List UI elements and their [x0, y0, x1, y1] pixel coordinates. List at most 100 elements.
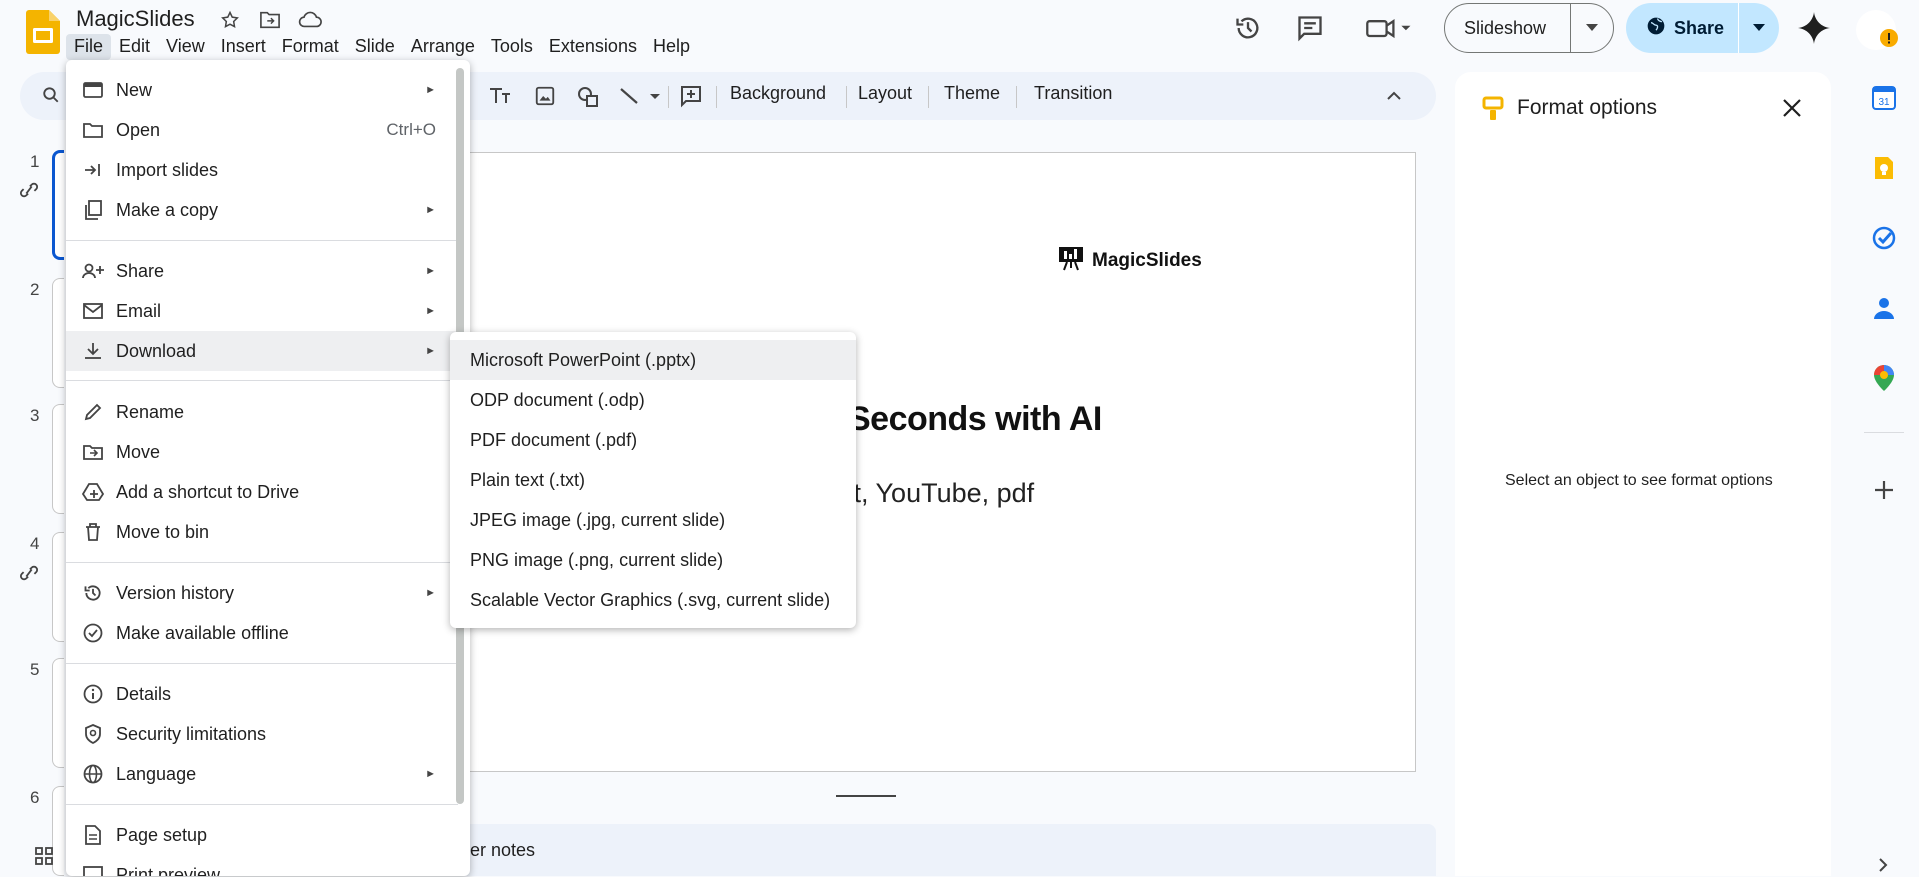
slideshow-button[interactable]: Slideshow — [1444, 3, 1614, 53]
copy-icon — [82, 199, 104, 221]
menu-item-add-shortcut[interactable]: Add a shortcut to Drive — [66, 472, 458, 512]
page-icon — [82, 824, 104, 846]
download-png[interactable]: PNG image (.png, current slide) — [450, 540, 856, 580]
meet-camera-icon[interactable] — [1360, 8, 1420, 48]
slide-subtitle[interactable]: xt, YouTube, pdf — [840, 478, 1034, 509]
maps-icon[interactable] — [1870, 364, 1898, 392]
menu-extensions[interactable]: Extensions — [541, 34, 645, 60]
warning-badge-icon — [1880, 29, 1898, 52]
menu-item-print-preview[interactable]: Print preview — [66, 855, 458, 876]
menu-item-import-slides[interactable]: Import slides — [66, 150, 458, 190]
menu-item-rename[interactable]: Rename — [66, 392, 458, 432]
menu-item-move-to-bin[interactable]: Move to bin — [66, 512, 458, 552]
menu-item-language[interactable]: Language ► — [66, 754, 458, 794]
chevron-down-icon[interactable] — [1739, 24, 1779, 32]
menu-item-download[interactable]: Download ► — [66, 331, 458, 371]
slide-number: 1 — [30, 152, 40, 171]
history-icon — [82, 582, 104, 604]
calendar-icon[interactable]: 31 — [1870, 84, 1898, 112]
slide-thumbnail-5[interactable] — [52, 658, 64, 768]
slideshow-label[interactable]: Slideshow — [1445, 4, 1571, 52]
slide-thumbnail-3[interactable] — [52, 404, 64, 514]
open-shortcut: Ctrl+O — [386, 120, 436, 139]
chevron-down-icon[interactable] — [1571, 24, 1613, 32]
new-presentation-icon — [82, 79, 104, 101]
slide-thumbnail-2[interactable] — [52, 278, 64, 388]
tasks-icon[interactable] — [1870, 224, 1898, 252]
menu-item-new[interactable]: New ► — [66, 70, 458, 110]
move-folder-icon[interactable] — [258, 8, 282, 32]
menu-slide[interactable]: Slide — [347, 34, 403, 60]
submenu-arrow-icon: ► — [425, 265, 436, 277]
contacts-icon[interactable] — [1870, 294, 1898, 322]
background-button[interactable]: Background — [730, 83, 826, 104]
file-menu: New ► Open Ctrl+O Import slides Make a c… — [66, 60, 470, 876]
menu-edit[interactable]: Edit — [111, 34, 158, 60]
menu-item-version-history[interactable]: Version history ► — [66, 573, 458, 613]
version-history-icon[interactable] — [1228, 8, 1268, 48]
menu-item-page-setup[interactable]: Page setup — [66, 815, 458, 855]
download-pdf[interactable]: PDF document (.pdf) — [450, 420, 856, 460]
search-menus-icon[interactable] — [42, 86, 60, 109]
transition-button[interactable]: Transition — [1034, 83, 1112, 104]
slide-number: 6 — [30, 788, 40, 807]
gemini-sparkle-icon[interactable] — [1798, 12, 1830, 49]
share-button[interactable]: Share — [1626, 3, 1779, 53]
menu-format[interactable]: Format — [274, 34, 347, 60]
notes-resize-handle[interactable] — [836, 795, 896, 797]
menu-item-make-copy[interactable]: Make a copy ► — [66, 190, 458, 230]
download-icon — [82, 340, 104, 362]
menu-arrange[interactable]: Arrange — [403, 34, 483, 60]
document-title[interactable]: MagicSlides — [76, 6, 195, 32]
presentation-board-icon — [1058, 245, 1084, 277]
download-pptx[interactable]: Microsoft PowerPoint (.pptx) — [450, 340, 856, 380]
menu-bar: File Edit View Insert Format Slide Arran… — [66, 34, 698, 60]
menu-item-make-offline[interactable]: Make available offline — [66, 613, 458, 653]
slide-brand-logo[interactable]: MagicSlides — [1058, 245, 1202, 277]
download-odp[interactable]: ODP document (.odp) — [450, 380, 856, 420]
download-svg[interactable]: Scalable Vector Graphics (.svg, current … — [450, 580, 856, 620]
share-person-icon — [82, 260, 104, 282]
theme-button[interactable]: Theme — [944, 83, 1000, 104]
line-icon[interactable] — [618, 85, 662, 112]
layout-button[interactable]: Layout — [858, 83, 912, 104]
menu-insert[interactable]: Insert — [213, 34, 274, 60]
menu-help[interactable]: Help — [645, 34, 698, 60]
slide-thumbnail-4[interactable] — [52, 532, 64, 642]
submenu-arrow-icon: ► — [425, 204, 436, 216]
add-app-icon[interactable] — [1870, 476, 1898, 504]
download-txt[interactable]: Plain text (.txt) — [450, 460, 856, 500]
text-box-icon[interactable] — [488, 85, 512, 112]
share-label: Share — [1674, 17, 1725, 38]
slides-logo-icon[interactable] — [26, 10, 60, 54]
submenu-arrow-icon: ► — [425, 768, 436, 780]
shape-icon[interactable] — [576, 85, 600, 114]
slide-heading[interactable]: Seconds with AI — [848, 400, 1102, 439]
chevron-right-icon[interactable] — [1878, 858, 1888, 877]
slide-number: 2 — [30, 280, 40, 299]
slide-thumbnail-1[interactable] — [52, 150, 64, 260]
menu-file[interactable]: File — [66, 34, 112, 60]
star-icon[interactable] — [218, 8, 242, 32]
download-jpg[interactable]: JPEG image (.jpg, current slide) — [450, 500, 856, 540]
menu-item-details[interactable]: Details — [66, 674, 458, 714]
insert-image-icon[interactable] — [534, 85, 556, 112]
speaker-notes-area[interactable]: er notes — [420, 824, 1436, 876]
menu-view[interactable]: View — [158, 34, 213, 60]
submenu-arrow-icon: ► — [425, 84, 436, 96]
menu-item-open[interactable]: Open Ctrl+O — [66, 110, 458, 150]
link-icon — [18, 564, 40, 587]
grid-view-icon[interactable] — [34, 846, 54, 871]
slide-number: 3 — [30, 406, 40, 425]
close-icon[interactable] — [1782, 98, 1802, 123]
comments-icon[interactable] — [1290, 8, 1330, 48]
add-comment-icon[interactable] — [679, 84, 703, 113]
keep-icon[interactable] — [1870, 154, 1898, 182]
collapse-toolbar-icon[interactable] — [1386, 88, 1402, 106]
menu-item-email[interactable]: Email ► — [66, 291, 458, 331]
menu-item-move[interactable]: Move — [66, 432, 458, 472]
menu-item-security[interactable]: Security limitations — [66, 714, 458, 754]
menu-tools[interactable]: Tools — [483, 34, 541, 60]
cloud-saved-icon[interactable] — [298, 8, 322, 32]
menu-item-share[interactable]: Share ► — [66, 251, 458, 291]
